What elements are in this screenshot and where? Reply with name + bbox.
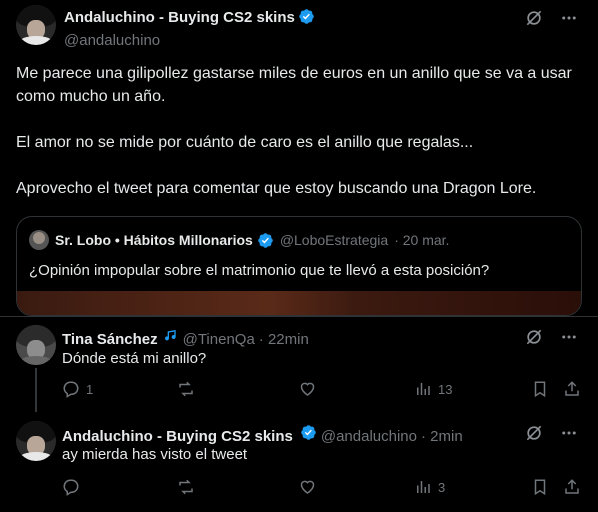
main-tweet-paragraph: Me parece una gilipollez gastarse miles …	[16, 65, 572, 105]
reply-action-bar: 1 13	[62, 380, 582, 400]
like-icon	[298, 380, 317, 398]
share-icon	[563, 478, 581, 496]
views-icon	[414, 380, 432, 398]
bookmark-button[interactable]	[531, 380, 549, 398]
views-button[interactable]: 3	[414, 478, 445, 496]
bookmark-icon	[531, 380, 549, 398]
retweet-button[interactable]	[176, 478, 202, 496]
verified-badge-icon	[300, 424, 317, 446]
reply-top-actions	[524, 423, 578, 443]
share-button[interactable]	[563, 380, 581, 398]
retweet-icon	[176, 478, 196, 496]
quoted-tweet-image[interactable]	[17, 291, 581, 315]
reply-icon	[62, 478, 80, 496]
grok-icon[interactable]	[524, 327, 544, 347]
divider	[0, 316, 598, 317]
share-button[interactable]	[563, 478, 581, 496]
reply-time[interactable]: · 22min	[259, 331, 309, 348]
quoted-tweet[interactable]: Sr. Lobo • Hábitos Millonarios @LoboEstr…	[16, 216, 582, 316]
view-count: 3	[438, 479, 446, 495]
reply-action-bar: 3	[62, 478, 582, 498]
like-icon	[298, 478, 317, 496]
reply-icon	[62, 380, 80, 398]
reply-author-name[interactable]: Tina Sánchez	[62, 331, 158, 348]
like-button[interactable]	[298, 478, 323, 496]
main-tweet-text: Me parece una gilipollez gastarse miles …	[16, 62, 582, 200]
reply-text: ay mierda has visto el tweet	[62, 446, 248, 463]
main-author-header: Andaluchino - Buying CS2 skins @andaluch…	[64, 8, 315, 49]
reply-time[interactable]: · 2min	[421, 428, 463, 445]
reply-text: Dónde está mi anillo?	[62, 350, 207, 367]
reply-author-name[interactable]: Andaluchino - Buying CS2 skins	[62, 428, 293, 445]
reply-author-avatar[interactable]	[16, 421, 56, 461]
reply-header: Andaluchino - Buying CS2 skins @andaluch…	[62, 424, 463, 446]
main-tweet-top-actions	[524, 8, 578, 28]
thread-line	[35, 368, 37, 412]
reply-count: 1	[86, 381, 94, 397]
reply-button[interactable]: 1	[62, 380, 93, 398]
verified-badge-icon	[298, 8, 315, 30]
quoted-author-handle: @LoboEstrategia	[279, 232, 389, 248]
quoted-author-name: Sr. Lobo • Hábitos Millonarios	[55, 232, 253, 248]
verified-badge-icon	[257, 232, 274, 249]
quoted-tweet-header: Sr. Lobo • Hábitos Millonarios @LoboEstr…	[29, 230, 449, 250]
quoted-author-avatar	[29, 230, 49, 250]
more-icon[interactable]	[560, 9, 578, 27]
bookmark-icon	[531, 478, 549, 496]
like-button[interactable]	[298, 380, 323, 398]
bookmark-button[interactable]	[531, 478, 549, 496]
music-note-icon	[163, 328, 179, 349]
main-author-name[interactable]: Andaluchino - Buying CS2 skins	[64, 9, 295, 26]
main-tweet-paragraph: El amor no se mide por cuánto de caro es…	[16, 134, 474, 151]
reply-author-handle[interactable]: @TinenQa	[183, 331, 255, 348]
view-count: 13	[438, 381, 453, 397]
main-author-avatar[interactable]	[16, 5, 56, 45]
share-icon	[563, 380, 581, 398]
views-icon	[414, 478, 432, 496]
grok-icon[interactable]	[524, 8, 544, 28]
reply-top-actions	[524, 327, 578, 347]
quoted-tweet-time: · 20 mar.	[394, 232, 450, 248]
reply-button[interactable]	[62, 478, 86, 496]
quoted-tweet-text: ¿Opinión impopular sobre el matrimonio q…	[29, 262, 490, 279]
retweet-button[interactable]	[176, 380, 202, 398]
views-button[interactable]: 13	[414, 380, 452, 398]
more-icon[interactable]	[560, 424, 578, 442]
grok-icon[interactable]	[524, 423, 544, 443]
reply-header: Tina Sánchez @TinenQa · 22min	[62, 328, 309, 349]
reply-author-avatar[interactable]	[16, 325, 56, 365]
more-icon[interactable]	[560, 328, 578, 346]
main-author-handle[interactable]: @andaluchino	[64, 32, 315, 49]
main-tweet-paragraph: Aprovecho el tweet para comentar que est…	[16, 180, 537, 197]
reply-author-handle[interactable]: @andaluchino	[321, 428, 417, 445]
retweet-icon	[176, 380, 196, 398]
